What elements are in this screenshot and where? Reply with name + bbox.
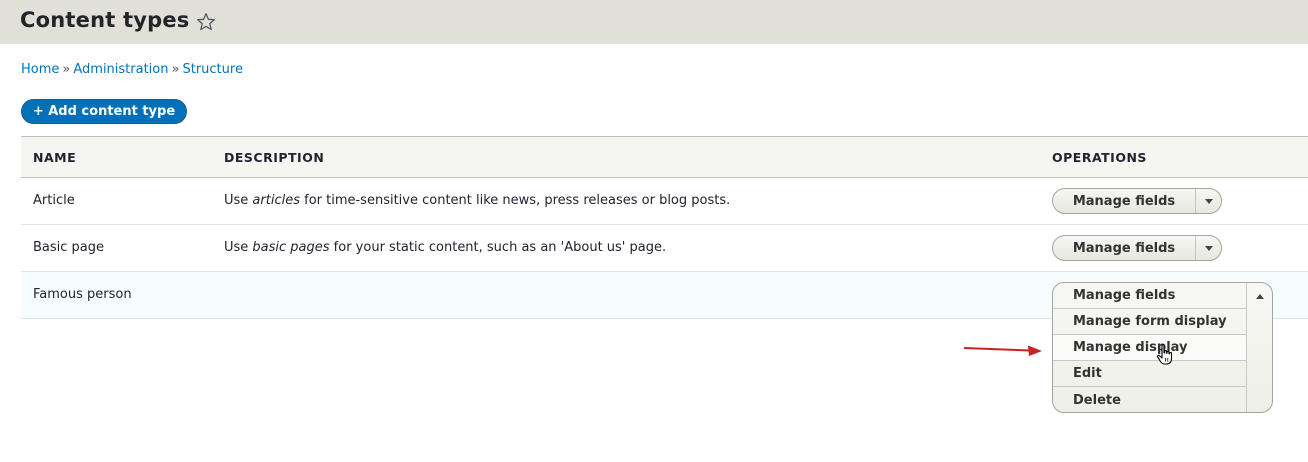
table-header: NAME DESCRIPTION OPERATIONS (21, 136, 1308, 178)
column-header-operations: OPERATIONS (1052, 150, 1147, 165)
breadcrumb-administration-link[interactable]: Administration (73, 62, 168, 77)
breadcrumb-structure-link[interactable]: Structure (182, 62, 242, 77)
dropbutton-toggle[interactable] (1195, 189, 1221, 213)
operations-dropbutton: Manage fields (1052, 235, 1222, 261)
dropdown-item-delete[interactable]: Delete (1053, 387, 1246, 412)
column-header-name: NAME (33, 150, 77, 165)
star-icon[interactable] (196, 12, 216, 32)
table-row-article: Article Use articles for time-sensitive … (21, 178, 1308, 225)
row-name: Article (33, 193, 75, 208)
row-name: Famous person (33, 287, 132, 302)
dropbutton-toggle[interactable] (1247, 283, 1272, 309)
dropdown-item-manage-form-display[interactable]: Manage form display (1053, 309, 1246, 335)
operations-dropbutton: Manage fields (1052, 188, 1222, 214)
breadcrumb-home-link[interactable]: Home (21, 62, 59, 77)
table-row-basic-page: Basic page Use basic pages for your stat… (21, 225, 1308, 272)
annotation-arrow-icon (963, 345, 1042, 356)
breadcrumb: Home» Administration» Structure (21, 62, 243, 77)
column-header-description: DESCRIPTION (224, 150, 325, 165)
dropdown-item-manage-display[interactable]: Manage display (1053, 335, 1246, 361)
caret-up-icon (1256, 293, 1264, 299)
caret-down-icon (1204, 245, 1213, 251)
dropdown-item-manage-fields[interactable]: Manage fields (1053, 283, 1246, 309)
dropdown-item-edit[interactable]: Edit (1053, 361, 1246, 387)
row-description: Use articles for time-sensitive content … (224, 193, 731, 208)
manage-fields-button[interactable]: Manage fields (1053, 236, 1195, 260)
row-name: Basic page (33, 240, 105, 255)
manage-fields-button[interactable]: Manage fields (1053, 189, 1195, 213)
page-title: Content types (20, 8, 190, 32)
page-header: Content types (0, 0, 1308, 44)
hand-pointer-cursor-icon (1156, 344, 1173, 365)
breadcrumb-separator: » (62, 62, 71, 77)
add-content-type-button[interactable]: + Add content type (21, 99, 187, 124)
dropbutton-toggle[interactable] (1195, 236, 1221, 260)
breadcrumb-separator: » (171, 62, 180, 77)
caret-down-icon (1204, 198, 1213, 204)
row-description: Use basic pages for your static content,… (224, 240, 667, 255)
